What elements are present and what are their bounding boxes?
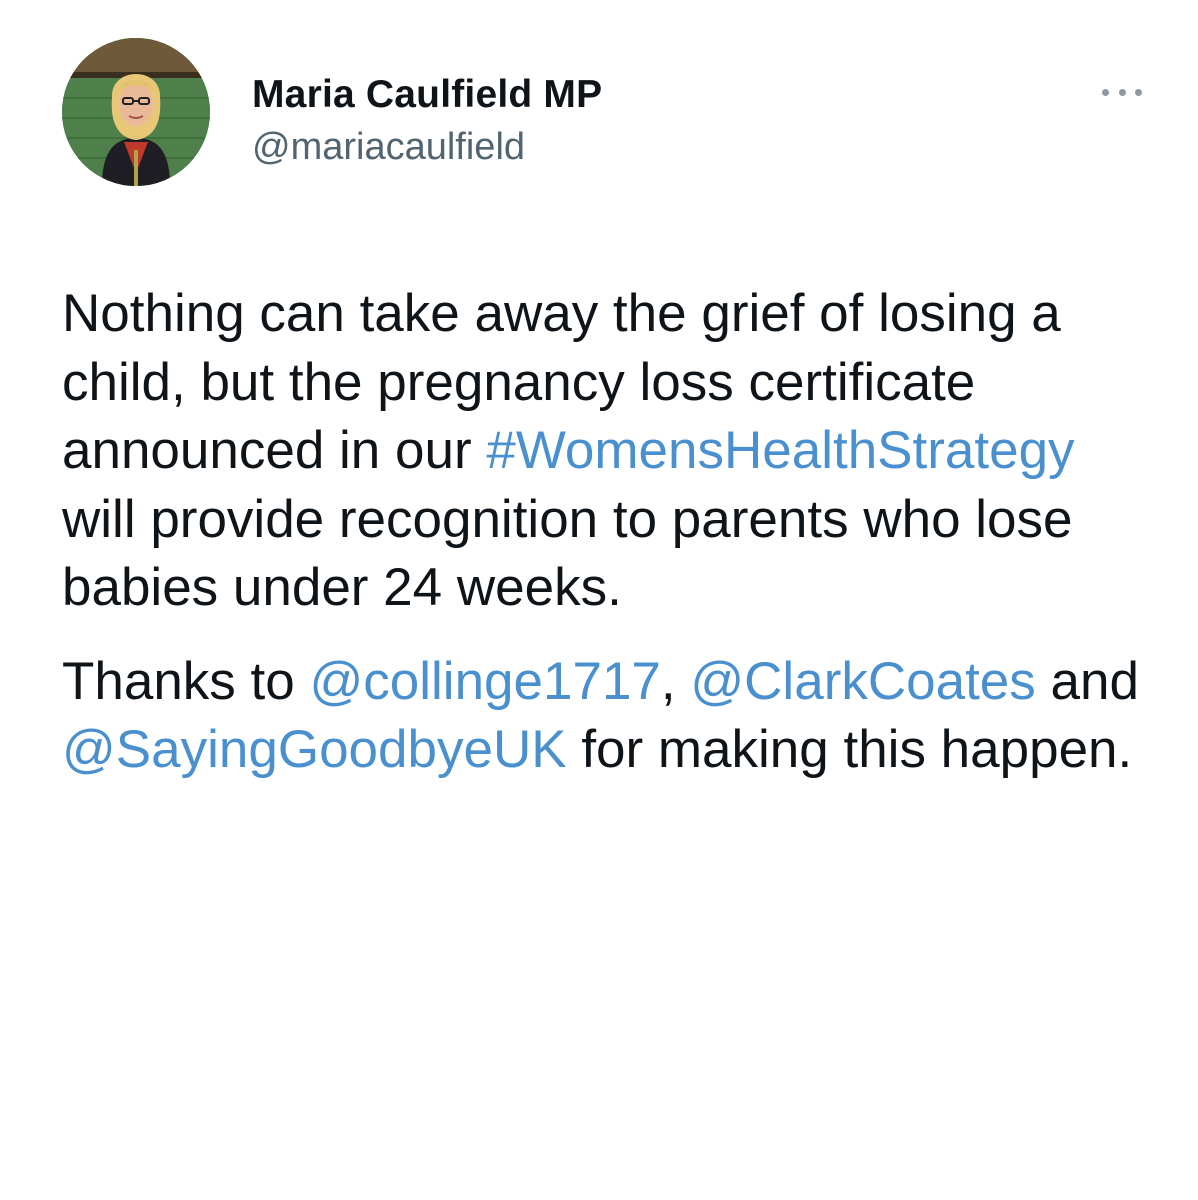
display-name[interactable]: Maria Caulfield MP <box>252 72 602 118</box>
avatar-photo <box>62 38 210 186</box>
tweet-text-segment: for making this happen. <box>566 720 1133 779</box>
tweet: Maria Caulfield MP @mariacaulfield Nothi… <box>0 0 1198 1200</box>
dot <box>1102 88 1109 96</box>
author-names: Maria Caulfield MP @mariacaulfield <box>252 72 602 172</box>
more-options-icon[interactable] <box>1102 82 1142 102</box>
tweet-paragraph-2: Thanks to @collinge1717, @ClarkCoates an… <box>62 648 1152 785</box>
tweet-text-segment: , <box>660 651 691 711</box>
handle[interactable]: @mariacaulfield <box>252 122 602 172</box>
hashtag-link[interactable]: #WomensHealthStrategy <box>486 421 1074 480</box>
tweet-paragraph-1: Nothing can take away the grief of losin… <box>62 280 1152 623</box>
avatar[interactable] <box>62 38 210 186</box>
tweet-text: Nothing can take away the grief of losin… <box>62 280 1152 785</box>
mention-link[interactable]: @SayingGoodbyeUK <box>62 720 567 779</box>
tweet-text-segment: and <box>1035 651 1139 711</box>
tweet-text-segment: Thanks to <box>62 651 310 711</box>
mention-link[interactable]: @ClarkCoates <box>690 652 1035 711</box>
mention-link[interactable]: @collinge1717 <box>309 652 660 711</box>
tweet-header: Maria Caulfield MP @mariacaulfield <box>62 38 1142 188</box>
dot <box>1118 88 1126 96</box>
dot <box>1135 88 1142 96</box>
tweet-text-segment: will provide recognition to parents who … <box>62 489 1073 618</box>
